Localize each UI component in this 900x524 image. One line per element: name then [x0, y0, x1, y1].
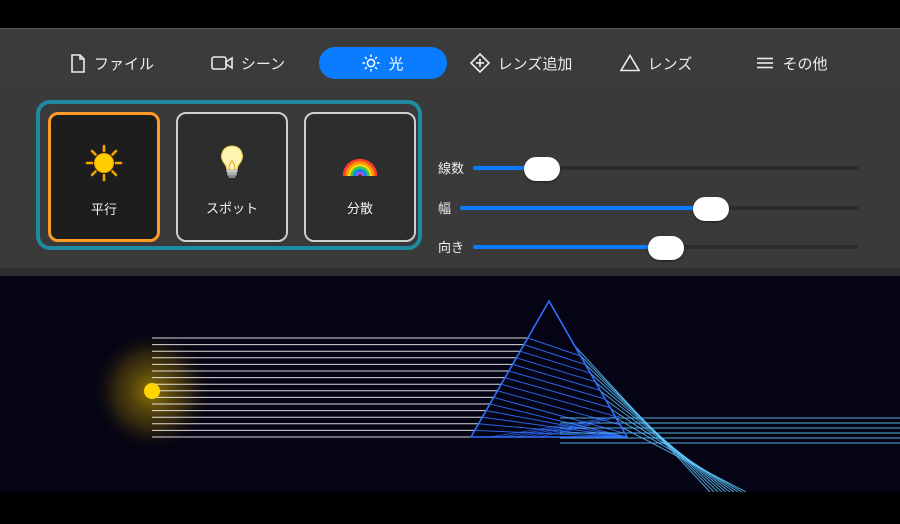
internal-ray	[504, 377, 611, 409]
slider-label: 幅	[438, 202, 452, 217]
tab-file[interactable]: ファイル	[66, 47, 158, 79]
optics-scene-svg	[90, 299, 900, 492]
tab-bar: ファイル シーン 光 レンズ追加 レンズ その他	[0, 43, 900, 99]
diamond-plus-icon	[469, 53, 490, 73]
triangle-icon	[619, 54, 640, 72]
video-camera-icon	[211, 55, 233, 71]
slider-thumb[interactable]	[692, 197, 729, 221]
dispersed-ray	[615, 417, 743, 492]
document-icon	[70, 53, 86, 73]
app-window: ファイル シーン 光 レンズ追加 レンズ その他 平行 スポット 分散 線数 幅…	[0, 0, 900, 524]
slider-ray-count: 線数	[438, 155, 858, 181]
slider-direction: 向き	[438, 234, 858, 260]
dispersed-ray	[610, 408, 739, 492]
dispersed-ray	[605, 399, 735, 492]
tab-other[interactable]: その他	[752, 47, 832, 79]
internal-ray	[501, 383, 616, 417]
dispersed-ray	[600, 390, 731, 492]
sun-icon	[84, 143, 124, 183]
tab-scene[interactable]: シーン	[206, 47, 290, 79]
slider-width: 幅	[438, 195, 858, 221]
tab-label: 光	[388, 54, 404, 73]
slider-track[interactable]	[460, 197, 858, 221]
tab-add-lens[interactable]: レンズ追加	[466, 47, 576, 79]
refracted-rays	[471, 337, 900, 492]
slider-label: 線数	[438, 162, 465, 177]
slider-label: 向き	[438, 241, 465, 256]
control-panel: ファイル シーン 光 レンズ追加 レンズ その他 平行 スポット 分散 線数 幅…	[0, 28, 900, 297]
light-type-group: 平行 スポット 分散	[36, 100, 422, 250]
light-source-handle[interactable]	[144, 383, 160, 399]
light-type-label: 平行	[90, 203, 117, 218]
light-settings-panel: 平行 スポット 分散 線数 幅 向き	[0, 85, 900, 297]
slider-fill	[460, 206, 711, 210]
tab-label: ファイル	[93, 54, 154, 73]
lightbulb-icon	[212, 142, 252, 182]
panel-bottom-edge	[0, 268, 900, 276]
slider-thumb[interactable]	[647, 236, 684, 260]
slider-track[interactable]	[473, 157, 858, 181]
slider-thumb[interactable]	[524, 157, 561, 181]
light-type-spot-card[interactable]: スポット	[176, 112, 288, 242]
internal-ray	[497, 390, 621, 426]
tab-label: レンズ	[647, 54, 693, 73]
light-type-label: 分散	[346, 202, 373, 217]
slider-track[interactable]	[473, 236, 858, 260]
light-type-dispersion-card[interactable]: 分散	[304, 112, 416, 242]
sun-outline-icon	[362, 54, 380, 72]
rainbow-icon	[340, 142, 380, 182]
light-type-parallel-card[interactable]: 平行	[48, 112, 160, 242]
tab-label: レンズ追加	[497, 54, 573, 73]
prism-lens[interactable]	[469, 299, 629, 438]
tab-label: シーン	[240, 54, 286, 73]
light-type-label: スポット	[205, 202, 258, 217]
dispersed-ray	[621, 426, 747, 492]
tab-label: その他	[782, 54, 828, 73]
tab-light[interactable]: 光	[319, 47, 447, 79]
optics-canvas[interactable]	[0, 276, 900, 492]
tab-lens[interactable]: レンズ	[616, 47, 696, 79]
slider-fill	[473, 245, 666, 249]
hamburger-menu-icon	[756, 57, 774, 69]
